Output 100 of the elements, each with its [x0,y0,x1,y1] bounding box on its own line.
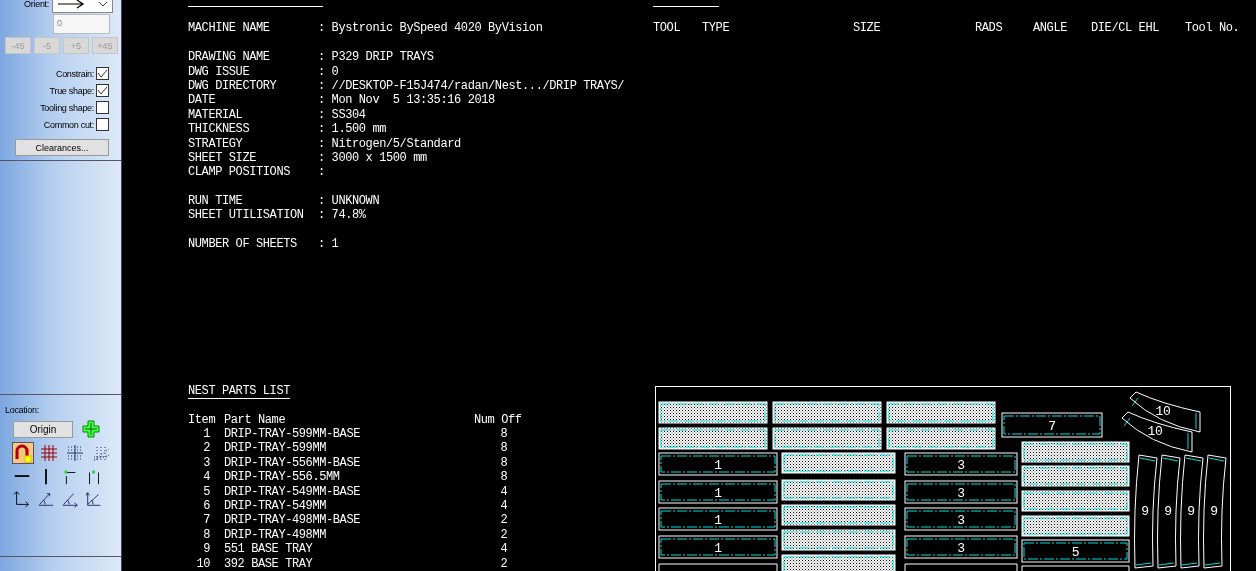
snap-tool-button[interactable] [12,442,34,464]
magnet-icon [13,443,33,463]
setting-value: : //DESKTOP-F15J474/radan/Nest.../DRIP TRAYS/ [318,78,625,94]
move-cross-icon[interactable] [82,420,100,438]
setting-label: RUN TIME [188,194,244,209]
table-cell-text: 8 [499,470,509,485]
setting-value: : [318,165,325,180]
part-number: 7 [1048,418,1056,434]
grid-icon [39,443,59,463]
part-number: 9 [1141,503,1149,519]
part-number: 1 [714,457,722,473]
setting-label: MACHINE NAME [188,21,271,36]
setting-label: DWG ISSUE [188,64,251,79]
column-header: ANGLE [1033,21,1068,35]
table-cell-text: DRIP-TRAY-549MM [224,499,328,514]
column-header: TYPE [702,21,731,35]
orient-label: Orient: [24,0,49,9]
table-cell-text: 3 [202,455,210,471]
table-cell-text: 2 [202,441,210,456]
origin-button[interactable]: Origin [13,420,73,438]
checkbox[interactable] [96,118,109,131]
table-cell-text: DRIP-TRAY-556MM-BASE [224,455,362,471]
section-title: NEST PARTS LIST [188,383,291,399]
setting-value: : SS304 [318,107,366,123]
checkbox[interactable] [96,101,109,114]
setting-value: : 1 [318,237,339,252]
setting-label: SHEET UTILISATION [188,208,305,223]
angle-arrow-icon[interactable] [36,490,56,508]
table-cell-text: 4 [499,542,509,557]
table-cell-text: 7 [202,513,210,528]
clearances-button[interactable]: Clearances... [15,139,109,156]
column-header: DIE/CL EHL [1091,21,1160,35]
table-cell-text: 8 [202,527,210,543]
setting-value: : Nitrogen/5/Standard [318,136,461,151]
setting-label: THICKNESS [188,122,251,137]
part-number: 1 [714,540,722,556]
axes-arrow-icon[interactable] [12,490,32,508]
table-cell-text: DRIP-TRAY-599MM [224,441,328,456]
table-cell-text: 4 [499,484,509,500]
setting-label: DRAWING NAME [188,50,271,65]
table-cell-text: 9 [202,542,210,557]
column-header: Part Name [224,412,287,428]
table-cell-text: 8 [499,441,509,456]
table-cell-text: DRIP-TRAY-556.5MM [224,470,341,485]
setting-value: : Mon Nov 5 13:35:16 2018 [318,93,495,108]
part-number: 3 [957,512,965,528]
checkbox[interactable] [96,67,109,80]
part-number: 10 [1147,423,1163,439]
setting-value: : 0 [318,64,339,79]
setting-label: DATE [188,93,217,108]
table-cell-text: 4 [202,470,210,485]
part-number: 3 [957,540,965,556]
setting-value: : 3000 x 1500 mm [318,150,427,166]
table-cell-text: 2 [499,556,509,571]
part-number: 9 [1164,503,1172,519]
table-cell-text: DRIP-TRAY-549MM-BASE [224,484,362,500]
part-number: 9 [1210,503,1218,519]
setting-label: NUMBER OF SHEETS [188,237,298,252]
table-cell-text: DRIP-TRAY-498MM [224,527,328,543]
column-header: Tool No. [1185,21,1241,35]
part-number: 3 [957,457,965,473]
setting-value: : 74.8% [318,208,366,223]
column-header: RADS [975,21,1004,35]
setting-label: MATERIAL [188,107,244,123]
setting-label: DWG DIRECTORY [188,78,278,94]
table-cell-text: 8 [499,427,509,442]
table-cell-text: 5 [202,484,210,500]
part-number: 9 [1187,503,1195,519]
location-label: Location: [5,405,40,415]
table-cell-text: 392 BASE TRAY [224,556,314,571]
dotted-grid-icon [65,443,85,463]
setting-value: : Bystronic BySpeed 4020 ByVision [318,21,543,36]
option-label: Tooling shape: [40,102,94,113]
table-cell-text: 551 BASE TRAY [224,542,314,557]
part-number: 3 [957,485,965,501]
column-header: Num Off [474,412,523,428]
column-header: TOOL [653,21,682,35]
right-arrow-icon [57,0,85,9]
option-label: Common cut: [43,119,94,130]
setting-label: SHEET SIZE [188,150,257,166]
setting-value: : 1.500 mm [318,122,386,137]
snap-tool-button[interactable] [38,442,60,464]
chevron-down-icon [98,0,108,7]
checkbox[interactable] [96,84,109,97]
part-number: 1 [714,485,722,501]
snap-tool-button[interactable] [64,442,86,464]
table-cell-text: DRIP-TRAY-498MM-BASE [224,513,362,528]
setting-value: : UNKNOWN [318,194,380,209]
option-label: Constrain: [55,68,94,79]
part-number: 10 [1155,403,1171,419]
part-number: 1 [714,512,722,528]
setting-label: STRATEGY [188,136,244,151]
part-number: 5 [1071,544,1080,560]
option-label: True shape: [49,85,94,96]
table-cell-text: DRIP-TRAY-599MM-BASE [224,427,362,442]
setting-label: CLAMP POSITIONS [188,165,292,180]
table-cell-text: 8 [499,455,509,471]
table-cell-text: 2 [499,527,509,543]
table-cell-text: 1 [202,427,210,442]
table-cell-text: 4 [499,499,509,514]
